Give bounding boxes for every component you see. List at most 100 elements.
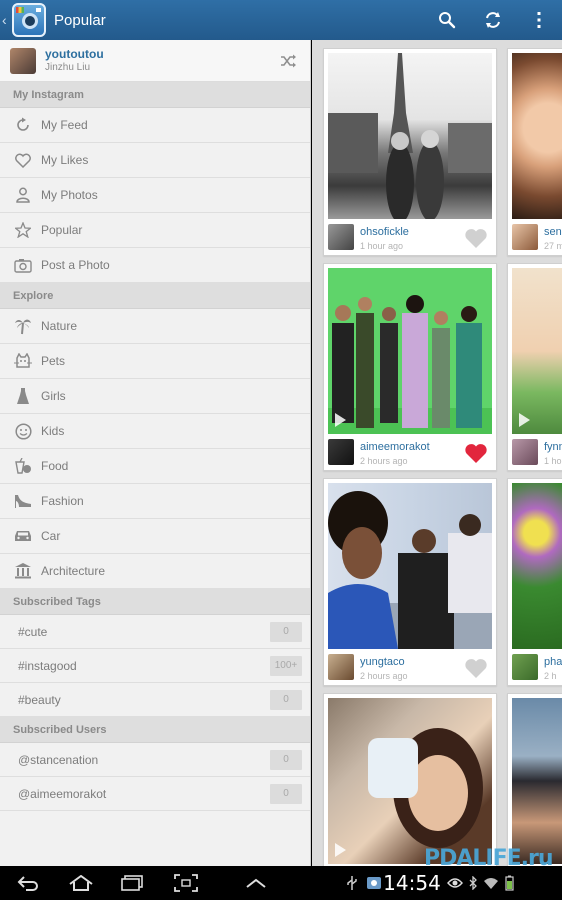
photo[interactable] (328, 483, 492, 649)
card-time: 2 hours ago (360, 456, 408, 466)
sidebar-item-label: Kids (41, 424, 65, 438)
heart-icon[interactable] (464, 227, 488, 249)
tag-label: #cute (18, 624, 48, 639)
photo[interactable] (512, 698, 562, 864)
card-username[interactable]: send (544, 226, 562, 238)
sidebar-item-label: Architecture (41, 564, 106, 578)
sidebar-item-architecture[interactable]: Architecture (0, 554, 310, 589)
sidebar-item-car[interactable]: Car (0, 519, 310, 554)
card-time: 1 hou (544, 456, 562, 466)
photo-card[interactable] (507, 693, 562, 866)
system-tray-icons (442, 866, 518, 900)
sidebar-item-label: Food (41, 459, 69, 473)
card-username[interactable]: pha (544, 656, 562, 668)
photo-card[interactable] (323, 693, 497, 866)
back-button[interactable] (0, 866, 56, 900)
card-time: 1 hour ago (360, 241, 404, 251)
sidebar-item-label: My Likes (41, 153, 89, 167)
photo-card[interactable]: pha 2 h (507, 478, 562, 686)
smiley-face-icon (14, 422, 32, 440)
sidebar: youtoutou Jinzhu Liu My Instagram My Fee… (0, 40, 311, 866)
sidebar-item-popular[interactable]: Popular (0, 213, 310, 248)
heart-outline-icon (15, 153, 31, 168)
sidebar-item-girls[interactable]: Girls (0, 379, 310, 414)
sidebar-item-fashion[interactable]: Fashion (0, 484, 310, 519)
photo-card[interactable]: ohsofickle 1 hour ago (323, 48, 497, 256)
photo[interactable] (328, 698, 492, 864)
heart-icon[interactable] (464, 657, 488, 679)
app-logo-icon[interactable] (12, 3, 46, 37)
up-caret-icon[interactable]: ‹ (2, 12, 12, 28)
feed-icon (17, 117, 29, 131)
card-username[interactable]: fynn (544, 441, 562, 453)
heart-icon[interactable] (464, 442, 488, 464)
refresh-button[interactable] (470, 0, 516, 40)
photo-feed[interactable]: ohsofickle 1 hour ago send 27 m (312, 40, 562, 866)
avatar[interactable] (10, 47, 36, 74)
profile-row[interactable]: youtoutou Jinzhu Liu (0, 40, 310, 82)
user-thumb[interactable] (512, 439, 538, 465)
profile-real-name: Jinzhu Liu (45, 61, 91, 73)
photo[interactable] (328, 53, 492, 219)
sidebar-item-my-likes[interactable]: My Likes (0, 143, 310, 178)
sidebar-user-stancenation[interactable]: @stancenation 0 (0, 743, 310, 777)
home-button[interactable] (56, 866, 106, 900)
menu-up-button[interactable] (214, 866, 298, 900)
search-icon (439, 12, 456, 29)
sidebar-item-label: Popular (41, 223, 83, 237)
card-username[interactable]: yungtaco (360, 656, 405, 668)
sidebar-item-label: Nature (41, 319, 78, 333)
overflow-menu-button[interactable] (516, 0, 562, 40)
group-photo (328, 295, 492, 434)
sidebar-tag-cute[interactable]: #cute 0 (0, 615, 310, 649)
sidebar-item-post-a-photo[interactable]: Post a Photo (0, 248, 310, 283)
dress-icon (17, 388, 29, 404)
photo[interactable] (328, 268, 492, 434)
sidebar-item-my-photos[interactable]: My Photos (0, 178, 310, 213)
recent-apps-button[interactable] (106, 866, 158, 900)
count-badge: 100+ (270, 655, 302, 676)
profile-username: youtoutou (45, 46, 104, 61)
photo[interactable] (512, 53, 562, 219)
chevron-up-icon (246, 878, 266, 888)
card-username[interactable]: ohsofickle (360, 226, 409, 238)
user-thumb[interactable] (512, 654, 538, 680)
wifi-icon (483, 878, 498, 889)
sidebar-user-aimeemorakot[interactable]: @aimeemorakot 0 (0, 777, 310, 811)
home-icon (69, 875, 93, 891)
shuffle-icon[interactable] (280, 54, 296, 68)
sidebar-item-kids[interactable]: Kids (0, 414, 310, 449)
photo[interactable] (512, 268, 562, 434)
sidebar-item-nature[interactable]: Nature (0, 309, 310, 344)
sidebar-tag-beauty[interactable]: #beauty 0 (0, 683, 310, 717)
count-badge: 0 (270, 749, 302, 770)
user-thumb[interactable] (328, 224, 354, 250)
sidebar-tag-instagood[interactable]: #instagood 100+ (0, 649, 310, 683)
sidebar-item-my-feed[interactable]: My Feed (0, 108, 310, 143)
user-thumb[interactable] (328, 654, 354, 680)
section-header-subscribed-tags: Subscribed Tags (0, 589, 310, 615)
play-icon[interactable] (519, 413, 530, 427)
photo-card[interactable]: aimeemorakot 2 hours ago (323, 263, 497, 471)
count-badge: 0 (270, 783, 302, 804)
play-icon[interactable] (335, 413, 346, 427)
photo-card[interactable]: yungtaco 2 hours ago (323, 478, 497, 686)
sidebar-item-label: My Photos (41, 188, 98, 202)
clock: 14:54 (382, 866, 442, 900)
sidebar-item-food[interactable]: Food (0, 449, 310, 484)
sidebar-item-label: Post a Photo (41, 258, 110, 272)
palm-tree-icon (15, 319, 31, 335)
user-thumb[interactable] (328, 439, 354, 465)
photo[interactable] (512, 483, 562, 649)
back-icon (17, 876, 38, 891)
sidebar-item-pets[interactable]: Pets (0, 344, 310, 379)
play-icon[interactable] (335, 843, 346, 857)
card-username[interactable]: aimeemorakot (360, 441, 430, 453)
photo-card[interactable]: send 27 m (507, 48, 562, 256)
user-thumb[interactable] (512, 224, 538, 250)
photo-card[interactable]: fynn 1 hou (507, 263, 562, 471)
search-button[interactable] (424, 0, 470, 40)
screenshot-button[interactable] (158, 866, 214, 900)
page-title: Popular (54, 11, 106, 29)
cat-icon (14, 353, 32, 368)
